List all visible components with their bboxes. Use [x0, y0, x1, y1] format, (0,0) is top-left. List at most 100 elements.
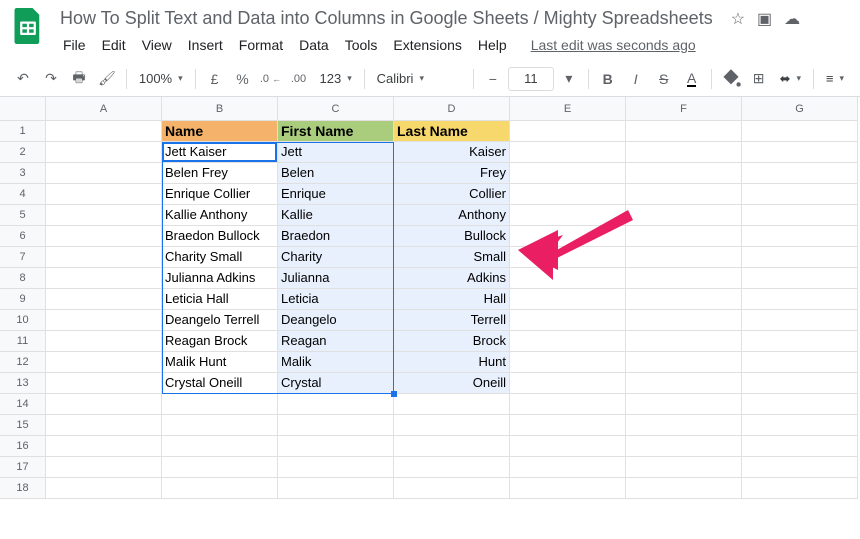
cell[interactable]: Julianna [278, 268, 394, 289]
last-edit-link[interactable]: Last edit was seconds ago [526, 33, 701, 57]
cell[interactable] [46, 457, 162, 478]
merge-cells-dropdown[interactable]: ⬌ [774, 66, 807, 92]
row-header-18[interactable]: 18 [0, 478, 46, 499]
cell[interactable] [626, 478, 742, 499]
select-all-corner[interactable] [0, 97, 46, 121]
cell[interactable]: Crystal [278, 373, 394, 394]
cell[interactable] [162, 457, 278, 478]
cell[interactable] [46, 436, 162, 457]
paint-format-button[interactable]: 🖌 [94, 66, 120, 92]
font-size-decrease[interactable]: − [480, 66, 506, 92]
cell[interactable] [626, 352, 742, 373]
cell[interactable] [394, 436, 510, 457]
cell[interactable] [46, 331, 162, 352]
cell[interactable] [626, 163, 742, 184]
cell[interactable] [742, 373, 858, 394]
cell[interactable] [46, 163, 162, 184]
decrease-decimal-button[interactable]: .0 ← [258, 66, 284, 92]
strikethrough-button[interactable]: S [651, 66, 677, 92]
row-header-9[interactable]: 9 [0, 289, 46, 310]
cell[interactable] [510, 163, 626, 184]
cell[interactable] [626, 415, 742, 436]
row-header-7[interactable]: 7 [0, 247, 46, 268]
cell[interactable]: Julianna Adkins [162, 268, 278, 289]
cell[interactable] [46, 121, 162, 142]
cell[interactable] [742, 457, 858, 478]
row-header-15[interactable]: 15 [0, 415, 46, 436]
cell[interactable] [626, 310, 742, 331]
cell[interactable] [742, 436, 858, 457]
undo-button[interactable]: ↶ [10, 66, 36, 92]
menu-tools[interactable]: Tools [338, 33, 385, 57]
cell[interactable] [278, 415, 394, 436]
cell[interactable] [626, 205, 742, 226]
cell[interactable] [510, 373, 626, 394]
menu-insert[interactable]: Insert [181, 33, 230, 57]
cell[interactable] [510, 415, 626, 436]
row-header-2[interactable]: 2 [0, 142, 46, 163]
redo-button[interactable]: ↷ [38, 66, 64, 92]
cell[interactable] [626, 289, 742, 310]
row-header-11[interactable]: 11 [0, 331, 46, 352]
cell[interactable]: First Name [278, 121, 394, 142]
cell[interactable]: Terrell [394, 310, 510, 331]
borders-button[interactable]: ⊞ [746, 66, 772, 92]
cell[interactable] [46, 310, 162, 331]
cell[interactable] [742, 478, 858, 499]
row-header-4[interactable]: 4 [0, 184, 46, 205]
print-button[interactable]: 🖶 [66, 66, 92, 92]
cell[interactable]: Small [394, 247, 510, 268]
cell[interactable] [510, 142, 626, 163]
menu-view[interactable]: View [135, 33, 179, 57]
cell[interactable] [46, 247, 162, 268]
cell[interactable] [46, 373, 162, 394]
cell[interactable] [510, 478, 626, 499]
cell[interactable] [742, 352, 858, 373]
document-title[interactable]: How To Split Text and Data into Columns … [56, 6, 717, 31]
cell[interactable] [626, 121, 742, 142]
cell[interactable] [278, 457, 394, 478]
cell[interactable]: Last Name [394, 121, 510, 142]
row-header-8[interactable]: 8 [0, 268, 46, 289]
cell[interactable] [510, 394, 626, 415]
cell[interactable] [46, 415, 162, 436]
cell[interactable] [742, 226, 858, 247]
cell[interactable]: Bullock [394, 226, 510, 247]
cell[interactable]: Frey [394, 163, 510, 184]
row-header-14[interactable]: 14 [0, 394, 46, 415]
cell[interactable] [742, 184, 858, 205]
cell[interactable] [510, 121, 626, 142]
cell[interactable] [46, 205, 162, 226]
cell[interactable] [46, 226, 162, 247]
cell[interactable]: Deangelo Terrell [162, 310, 278, 331]
cell[interactable]: Belen [278, 163, 394, 184]
cell[interactable]: Brock [394, 331, 510, 352]
cell[interactable]: Jett Kaiser [162, 142, 278, 163]
cell[interactable] [626, 394, 742, 415]
cell[interactable] [162, 478, 278, 499]
cell[interactable] [742, 310, 858, 331]
cell[interactable] [394, 478, 510, 499]
row-header-12[interactable]: 12 [0, 352, 46, 373]
cell[interactable]: Belen Frey [162, 163, 278, 184]
fill-color-button[interactable] [718, 66, 744, 92]
row-header-10[interactable]: 10 [0, 310, 46, 331]
menu-data[interactable]: Data [292, 33, 336, 57]
column-header-B[interactable]: B [162, 97, 278, 121]
cell[interactable] [510, 247, 626, 268]
cell[interactable]: Malik [278, 352, 394, 373]
cell[interactable]: Hall [394, 289, 510, 310]
horizontal-align-dropdown[interactable]: ≡ [820, 66, 850, 92]
cell[interactable]: Reagan Brock [162, 331, 278, 352]
cell[interactable]: Anthony [394, 205, 510, 226]
cell[interactable] [742, 163, 858, 184]
bold-button[interactable]: B [595, 66, 621, 92]
menu-edit[interactable]: Edit [95, 33, 133, 57]
cell[interactable] [394, 457, 510, 478]
increase-decimal-button[interactable]: .00 [286, 66, 312, 92]
cell[interactable] [742, 331, 858, 352]
cell[interactable] [742, 142, 858, 163]
currency-button[interactable]: £ [202, 66, 228, 92]
spreadsheet-grid[interactable]: NameFirst NameLast NameJett KaiserJettKa… [46, 121, 858, 499]
cell[interactable] [510, 331, 626, 352]
